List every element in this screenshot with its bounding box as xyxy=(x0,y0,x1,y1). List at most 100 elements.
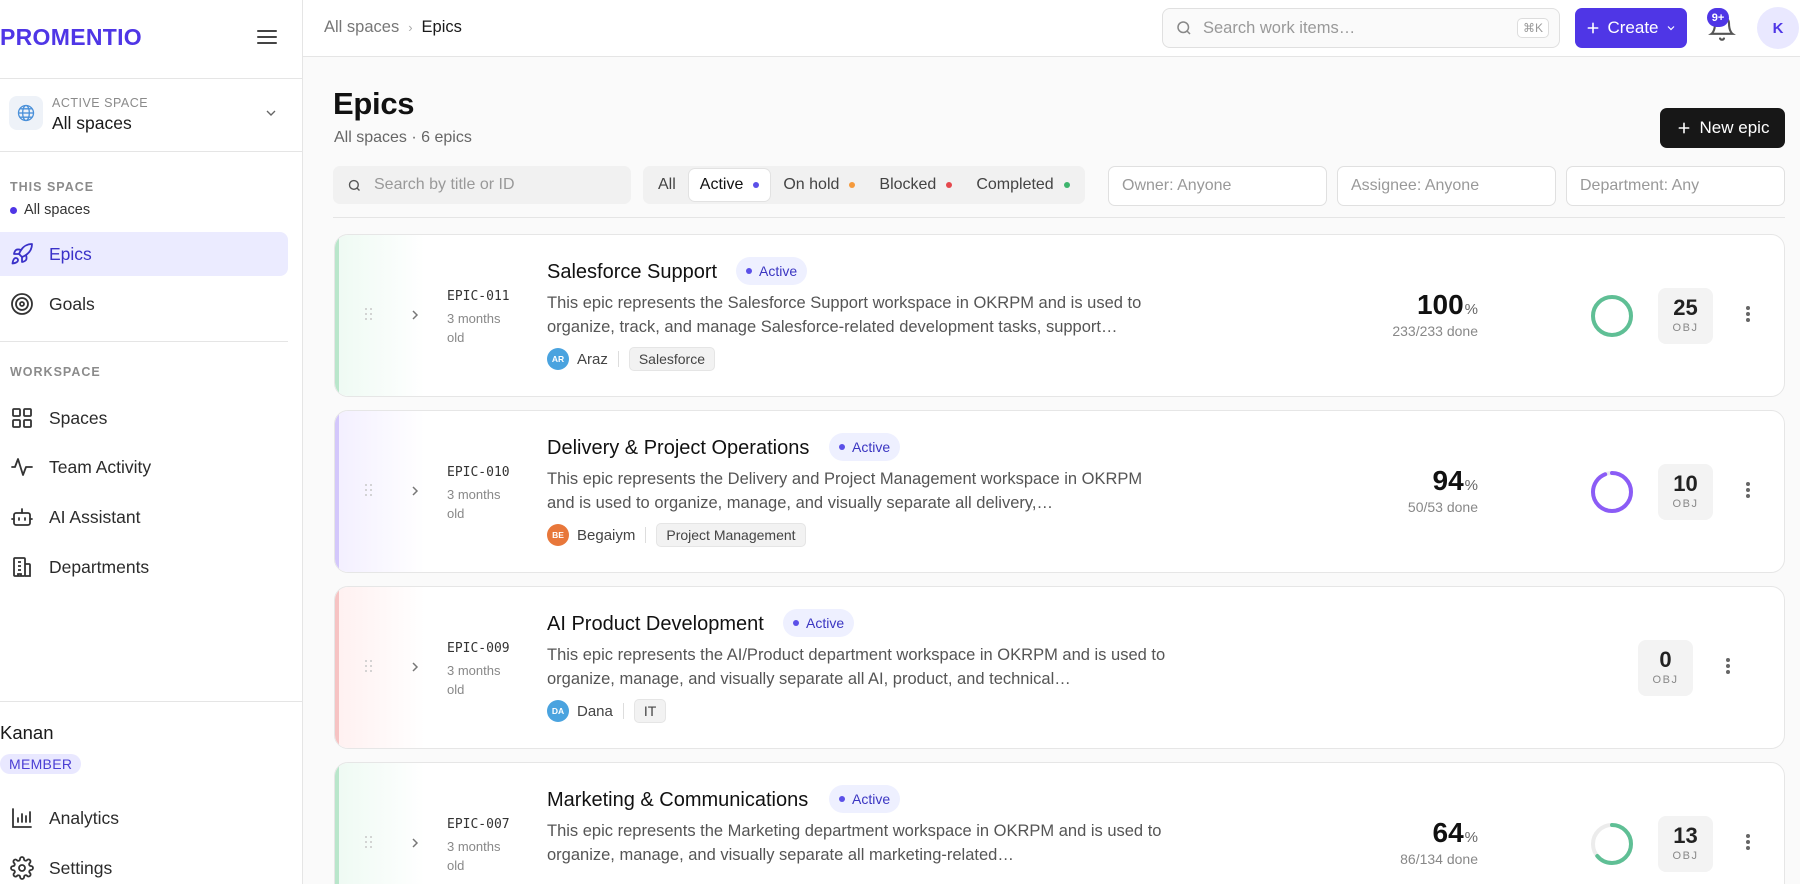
global-search-input[interactable]: Search work items… ⌘K xyxy=(1162,8,1560,48)
chevron-right-icon[interactable] xyxy=(407,483,423,499)
epic-search-input[interactable]: Search by title or ID xyxy=(333,166,631,204)
epic-card[interactable]: EPIC-011 3 months old Salesforce Support… xyxy=(334,234,1785,397)
activity-icon xyxy=(11,458,33,476)
more-options-icon[interactable] xyxy=(1745,480,1751,502)
user-avatar[interactable]: K xyxy=(1757,7,1799,49)
role-badge: MEMBER xyxy=(0,754,82,774)
page-subtitle: All spaces · 6 epics xyxy=(334,129,472,146)
user-name: Kanan xyxy=(0,722,54,743)
chevron-right-icon[interactable] xyxy=(407,835,423,851)
filters-divider xyxy=(333,217,1785,218)
tab-on-hold[interactable]: On hold xyxy=(772,169,866,201)
objectives-number: 13 xyxy=(1673,823,1698,848)
user-block: Kanan MEMBER Analytics Settings xyxy=(0,701,303,884)
sidebar-item-ai-assistant[interactable]: AI Assistant xyxy=(0,495,288,539)
this-space-label: THIS SPACE xyxy=(10,180,95,194)
sidebar-item-epics[interactable]: Epics xyxy=(0,232,288,276)
more-options-icon[interactable] xyxy=(1745,832,1751,854)
sidebar-item-analytics[interactable]: Analytics xyxy=(0,796,288,840)
this-space-item[interactable]: All spaces xyxy=(10,202,90,218)
objectives-number: 10 xyxy=(1673,471,1698,496)
assignee-filter[interactable]: Assignee: Anyone xyxy=(1337,166,1556,206)
progress-ring xyxy=(1591,295,1633,337)
progress-done: 50/53 done xyxy=(1407,499,1478,515)
epic-card[interactable]: EPIC-010 3 months old Delivery & Project… xyxy=(334,410,1785,573)
tab-label: Blocked xyxy=(879,176,937,193)
status-dot-icon xyxy=(839,796,845,802)
breadcrumb: All spaces › Epics xyxy=(324,18,462,37)
new-epic-button[interactable]: New epic xyxy=(1660,108,1785,148)
owner-filter[interactable]: Owner: Anyone xyxy=(1108,166,1327,206)
sidebar-item-settings[interactable]: Settings xyxy=(0,846,288,884)
more-options-icon[interactable] xyxy=(1745,304,1751,326)
epic-title[interactable]: Delivery & Project Operations xyxy=(547,437,809,460)
tab-all[interactable]: All xyxy=(647,169,687,201)
owner-name: Dana xyxy=(577,702,613,720)
epic-card[interactable]: EPIC-007 3 months old Marketing & Commun… xyxy=(334,762,1785,884)
hamburger-menu-icon[interactable] xyxy=(254,26,280,50)
epic-card[interactable]: EPIC-009 3 months old AI Product Develop… xyxy=(334,586,1785,749)
sidebar-item-departments[interactable]: Departments xyxy=(0,545,288,589)
epic-title[interactable]: Salesforce Support xyxy=(547,261,717,284)
create-button[interactable]: Create xyxy=(1575,8,1687,48)
new-epic-label: New epic xyxy=(1699,118,1770,137)
more-options-icon[interactable] xyxy=(1725,656,1731,678)
epic-description: This epic represents the Delivery and Pr… xyxy=(547,470,1143,512)
tab-completed[interactable]: Completed xyxy=(965,169,1080,201)
drag-handle-icon[interactable] xyxy=(365,660,375,674)
progress-percent: 64% xyxy=(1358,817,1479,849)
progress-ring xyxy=(1591,471,1633,513)
status-badge: Active xyxy=(736,257,808,285)
objectives-label: OBJ xyxy=(1672,498,1699,510)
objectives-number: 0 xyxy=(1659,647,1672,672)
tab-blocked[interactable]: Blocked xyxy=(868,169,963,201)
progress-percent: 94% xyxy=(1358,465,1479,497)
building-icon xyxy=(13,557,31,577)
status-dot-icon xyxy=(746,268,752,274)
breadcrumb-all-spaces[interactable]: All spaces xyxy=(324,18,399,37)
department-filter[interactable]: Department: Any xyxy=(1566,166,1785,206)
owner-name: Begaiym xyxy=(577,526,636,544)
status-label: Active xyxy=(852,791,891,807)
owner-avatar: AR xyxy=(547,348,569,370)
space-dot xyxy=(10,206,17,214)
chevron-down-icon xyxy=(1667,26,1674,31)
sidebar-divider xyxy=(0,341,288,342)
sidebar-item-goals[interactable]: Goals xyxy=(0,282,288,326)
percent-symbol: % xyxy=(1464,829,1478,846)
progress-done: 233/233 done xyxy=(1392,323,1478,339)
epic-description: This epic represents the Salesforce Supp… xyxy=(547,294,1142,336)
search-icon xyxy=(1177,21,1191,35)
epic-description: This epic represents the Marketing depar… xyxy=(547,822,1162,864)
tab-label: Completed xyxy=(976,176,1054,193)
page-title: Epics xyxy=(333,86,415,121)
active-space-name: All spaces xyxy=(52,113,132,133)
progress-value: 100 xyxy=(1416,289,1464,320)
drag-handle-icon[interactable] xyxy=(365,308,375,322)
tab-active[interactable]: Active xyxy=(688,169,771,201)
status-dot-icon xyxy=(793,620,799,626)
chevron-right-icon[interactable] xyxy=(407,307,423,323)
chevron-right-icon[interactable] xyxy=(407,659,423,675)
breadcrumb-current: Epics xyxy=(421,18,462,36)
target-icon xyxy=(11,293,33,315)
status-label: Active xyxy=(759,263,798,279)
breadcrumb-separator-icon: › xyxy=(408,20,413,35)
search-placeholder: Search work items… xyxy=(1203,18,1356,37)
globe-icon xyxy=(9,96,43,130)
plus-icon xyxy=(1678,122,1689,134)
epic-title[interactable]: AI Product Development xyxy=(547,613,764,636)
epic-age: 3 months old xyxy=(447,311,501,345)
active-space-selector[interactable]: ACTIVE SPACE All spaces xyxy=(0,79,303,152)
sidebar-item-spaces[interactable]: Spaces xyxy=(0,396,288,440)
sidebar-item-team-activity[interactable]: Team Activity xyxy=(0,445,288,489)
active-space-caption: ACTIVE SPACE xyxy=(52,96,149,110)
tab-label: All xyxy=(658,176,676,193)
percent-symbol: % xyxy=(1464,301,1478,318)
drag-handle-icon[interactable] xyxy=(365,484,375,498)
epic-age: 3 months old xyxy=(447,663,501,697)
drag-handle-icon[interactable] xyxy=(365,836,375,850)
progress-percent: 100% xyxy=(1358,289,1478,321)
epic-title[interactable]: Marketing & Communications xyxy=(547,789,808,812)
status-badge: Active xyxy=(829,433,901,461)
